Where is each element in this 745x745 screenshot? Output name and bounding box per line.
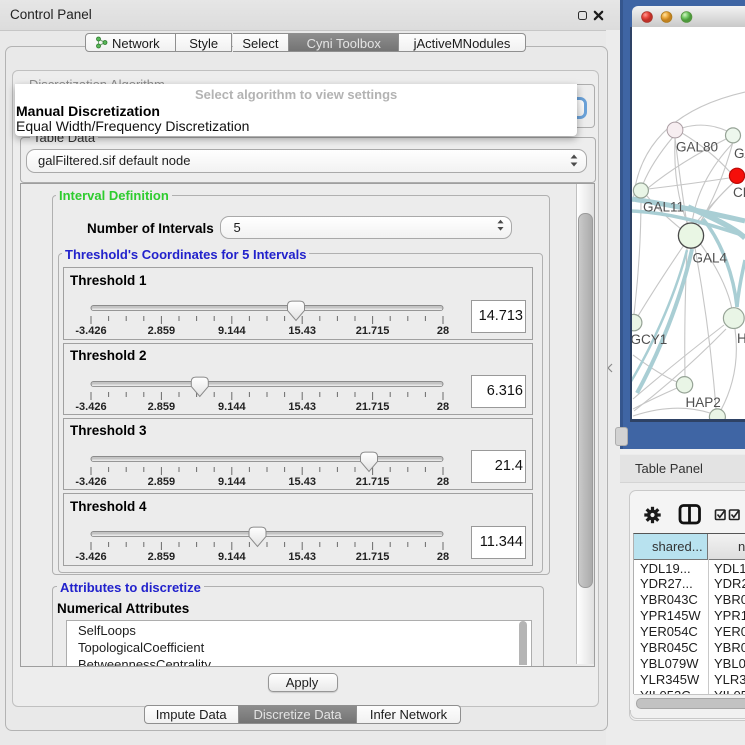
svg-text:2.859: 2.859 <box>148 551 176 563</box>
svg-text:15.43: 15.43 <box>288 476 316 488</box>
svg-text:28: 28 <box>437 401 449 413</box>
svg-text:GAL11: GAL11 <box>643 200 684 215</box>
svg-text:15.43: 15.43 <box>288 325 316 337</box>
svg-text:GAL80: GAL80 <box>676 140 718 155</box>
svg-text:2.859: 2.859 <box>148 476 176 488</box>
svg-text:-3.426: -3.426 <box>75 401 106 413</box>
svg-text:15.43: 15.43 <box>288 551 316 563</box>
svg-text:2.859: 2.859 <box>148 325 176 337</box>
svg-text:21.715: 21.715 <box>356 401 390 413</box>
svg-text:9.144: 9.144 <box>218 551 246 563</box>
svg-text:CD: CD <box>733 185 745 200</box>
svg-text:28: 28 <box>437 325 449 337</box>
svg-text:28: 28 <box>437 551 449 563</box>
svg-text:21.715: 21.715 <box>356 325 390 337</box>
svg-text:21.715: 21.715 <box>356 476 390 488</box>
svg-text:15.43: 15.43 <box>288 401 316 413</box>
svg-text:GCY1: GCY1 <box>632 332 667 347</box>
svg-text:9.144: 9.144 <box>218 476 246 488</box>
svg-text:28: 28 <box>437 476 449 488</box>
svg-text:21.715: 21.715 <box>356 551 390 563</box>
svg-text:-3.426: -3.426 <box>75 551 106 563</box>
svg-text:-3.426: -3.426 <box>75 476 106 488</box>
svg-text:H: H <box>737 331 745 346</box>
svg-text:HAP2: HAP2 <box>686 395 721 410</box>
svg-text:2.859: 2.859 <box>148 401 176 413</box>
svg-text:GAL4: GAL4 <box>693 251 728 266</box>
svg-text:9.144: 9.144 <box>218 401 246 413</box>
svg-text:GA: GA <box>734 146 745 161</box>
svg-text:-3.426: -3.426 <box>75 325 106 337</box>
svg-text:9.144: 9.144 <box>218 325 246 337</box>
